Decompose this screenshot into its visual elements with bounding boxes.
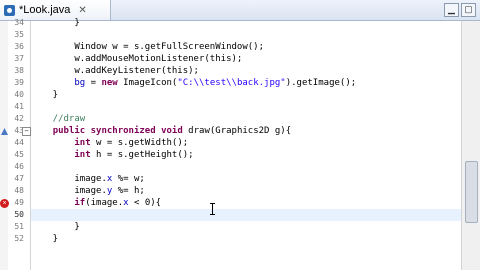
line-number: 45 — [14, 150, 24, 159]
code-line: } — [31, 234, 59, 244]
line-number: 52 — [14, 234, 24, 243]
code-editor[interactable]: 34 35 36 37 38 39 40 41 42 43 44 45 46 4… — [0, 18, 480, 270]
line-number: 41 — [14, 102, 24, 111]
code-line: } — [31, 222, 80, 232]
code-area[interactable]: } Window w = s.getFullScreenWindow(); w.… — [31, 18, 461, 270]
java-file-icon — [4, 4, 15, 16]
vertical-scrollbar[interactable] — [461, 21, 480, 270]
current-line[interactable] — [31, 209, 461, 221]
line-number: 38 — [14, 66, 24, 75]
code-line: } — [31, 18, 80, 28]
error-marker-icon[interactable]: × — [0, 199, 9, 208]
marker-ruler — [0, 21, 8, 270]
line-number: 48 — [14, 186, 24, 195]
minimize-button[interactable]: ▁ — [444, 3, 459, 17]
line-number: 51 — [14, 222, 24, 231]
line-number: 35 — [14, 30, 24, 39]
line-number: 46 — [14, 162, 24, 171]
code-line-field: image.y %= h; — [31, 186, 145, 196]
code-line: w.addKeyListener(this); — [31, 66, 199, 76]
code-line: } — [31, 90, 59, 100]
code-line-kw-int: int w = s.getWidth(); — [74, 138, 189, 148]
mouse-ibeam-cursor — [210, 203, 215, 215]
line-number: 36 — [14, 42, 24, 51]
line-number: 40 — [14, 90, 24, 99]
line-number: 42 — [14, 114, 24, 123]
code-line-string: bg = new ImageIcon("C:\\test\\back.jpg")… — [74, 78, 357, 88]
scrollbar-thumb[interactable] — [465, 161, 478, 223]
fold-toggle-icon[interactable]: − — [22, 127, 31, 136]
close-icon[interactable]: ✕ — [78, 5, 86, 16]
code-line: w.addMouseMotionListener(this); — [31, 54, 243, 64]
comment-line: //draw — [31, 114, 86, 124]
line-number: 39 — [14, 78, 24, 87]
maximize-button[interactable]: ▢ — [461, 3, 476, 17]
tab-label: *Look.java — [19, 4, 71, 16]
code-line-kw-int: int h = s.getHeight(); — [74, 150, 194, 160]
line-number: 44 — [14, 138, 24, 147]
code-line: Window w = s.getFullScreenWindow(); — [31, 42, 264, 52]
line-number: 50 — [14, 210, 24, 219]
code-line-if: if(image.x < 0){ — [74, 198, 162, 208]
line-number: 34 — [14, 18, 24, 27]
method-signature-line: public synchronized void draw(Graphics2D… — [52, 126, 292, 136]
code-line-field: image.x %= w; — [31, 174, 145, 184]
override-marker-icon[interactable] — [0, 127, 9, 136]
line-number: 47 — [14, 174, 24, 183]
line-number: 49 — [14, 198, 24, 207]
line-number: 37 — [14, 54, 24, 63]
